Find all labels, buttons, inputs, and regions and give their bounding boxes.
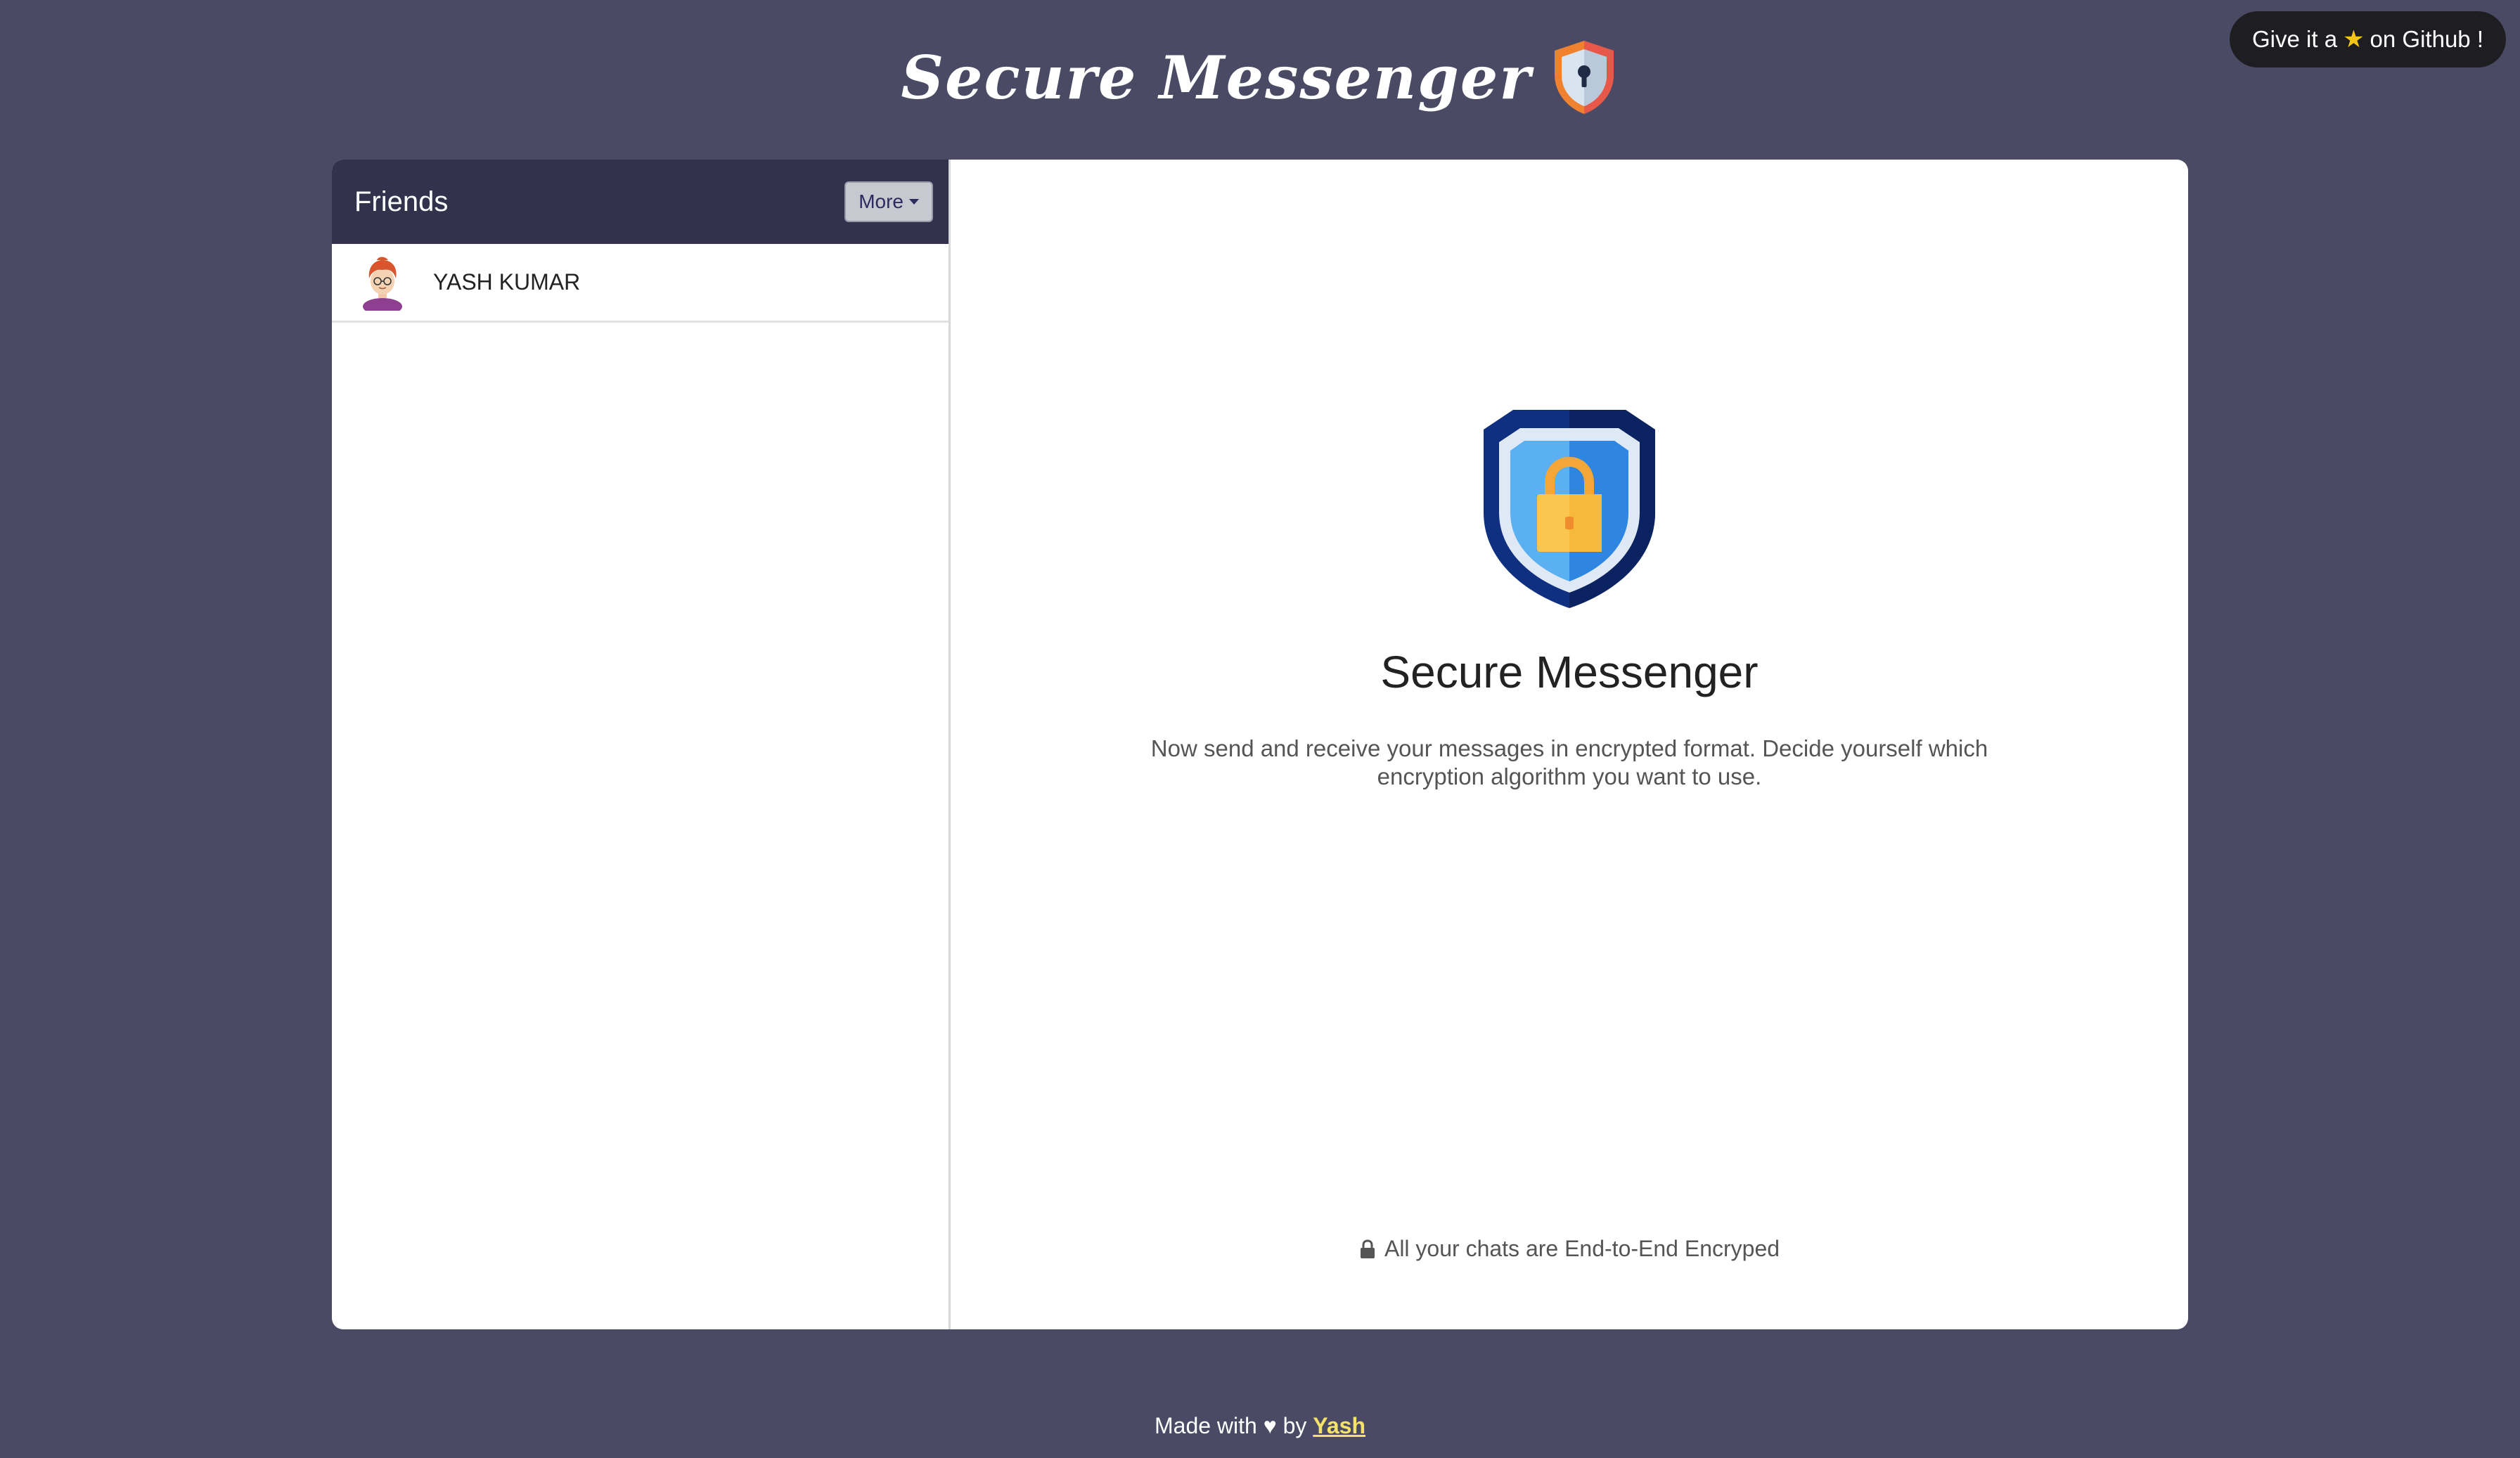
app-header: Secure Messenger xyxy=(0,28,2520,127)
more-dropdown-button[interactable]: More xyxy=(844,181,933,222)
github-label-post: on Github ! xyxy=(2370,26,2483,52)
friend-list-item[interactable]: YASH KUMAR xyxy=(332,244,949,323)
friends-sidebar: Friends More YASH KUMAR xyxy=(332,160,951,1329)
shield-lock-icon xyxy=(1484,410,1655,608)
footer-by: by xyxy=(1282,1413,1307,1438)
welcome-description: Now send and receive your messages in en… xyxy=(1150,735,1988,789)
github-label-pre: Give it a xyxy=(2252,26,2338,52)
messenger-card: Friends More YASH KUMAR Secure Messenger… xyxy=(332,160,2188,1329)
lock-icon xyxy=(1360,1239,1375,1258)
caret-down-icon xyxy=(909,199,919,205)
heart-icon: ♥ xyxy=(1263,1413,1277,1438)
page: Secure Messenger Give it a ★ on Github !… xyxy=(0,0,2520,1458)
app-title: Secure Messenger xyxy=(901,42,1532,112)
shield-lock-icon xyxy=(1554,41,1614,114)
star-icon: ★ xyxy=(2343,26,2365,53)
more-label: More xyxy=(859,191,904,212)
friend-name: YASH KUMAR xyxy=(433,269,581,295)
welcome-panel: Secure Messenger Now send and receive yo… xyxy=(951,160,2188,1329)
welcome-title: Secure Messenger xyxy=(1380,647,1759,697)
encryption-note: All your chats are End-to-End Encryped xyxy=(951,1236,2188,1262)
sidebar-title: Friends xyxy=(354,186,449,217)
footer: Made with ♥ by Yash xyxy=(0,1413,2520,1439)
avatar xyxy=(363,257,402,311)
author-link[interactable]: Yash xyxy=(1313,1413,1365,1438)
encryption-note-text: All your chats are End-to-End Encryped xyxy=(1384,1236,1780,1261)
sidebar-header: Friends More xyxy=(332,160,949,244)
footer-made-with: Made with xyxy=(1154,1413,1257,1438)
github-star-button[interactable]: Give it a ★ on Github ! xyxy=(2230,11,2506,67)
